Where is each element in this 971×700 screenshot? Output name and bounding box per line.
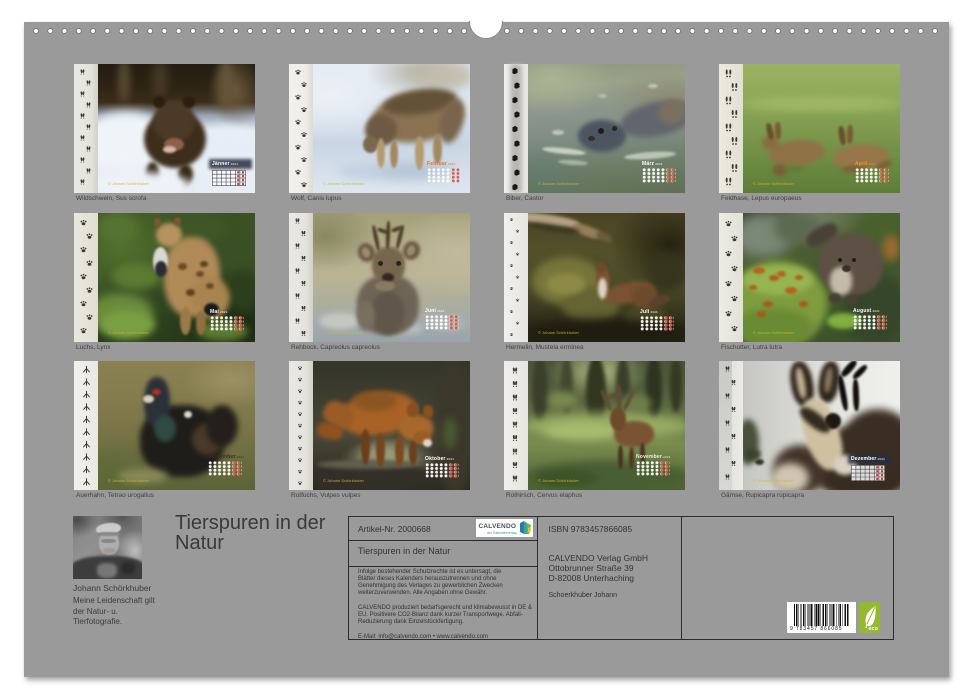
svg-text:eco: eco	[869, 626, 879, 632]
